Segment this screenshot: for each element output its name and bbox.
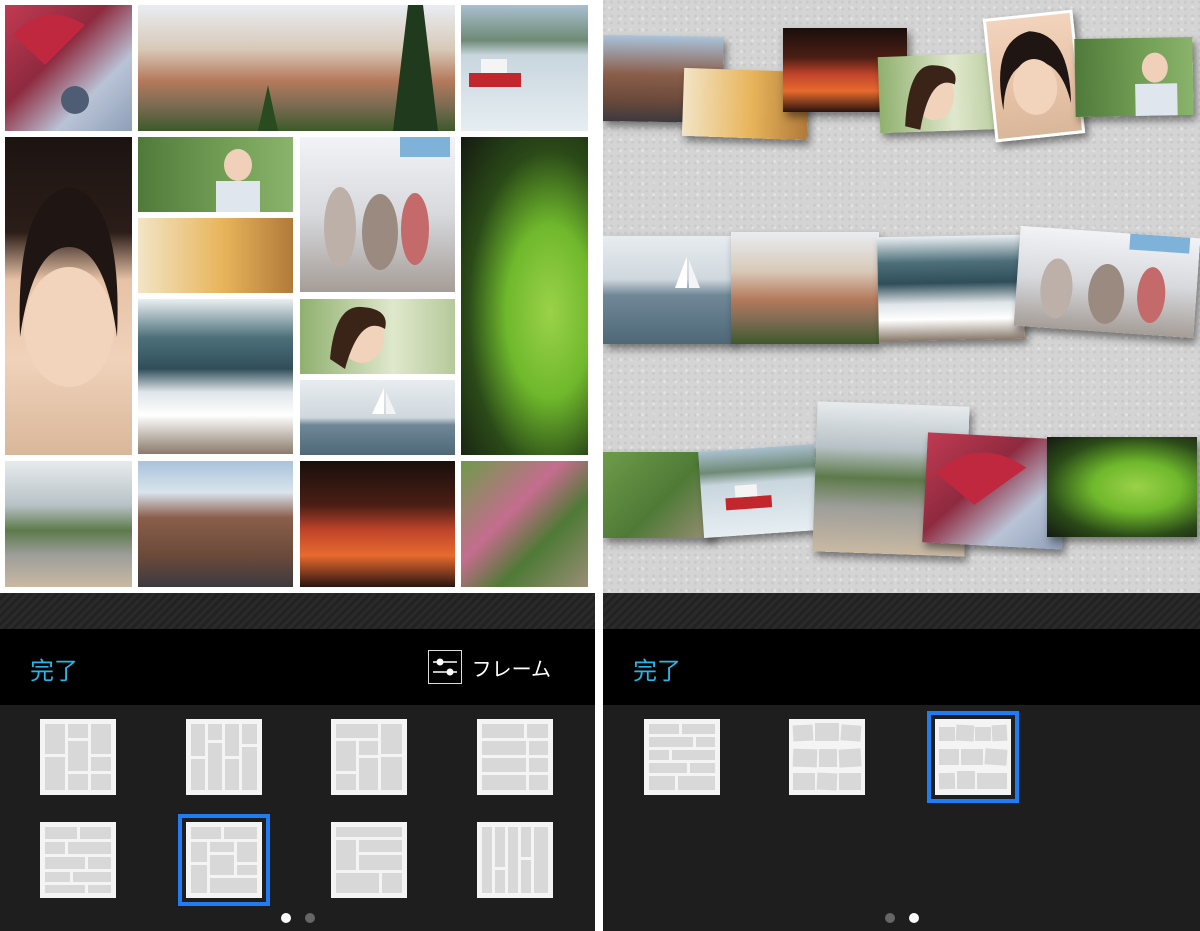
collage-photo-crowd[interactable] xyxy=(1013,225,1200,339)
layout-option-8[interactable] xyxy=(477,822,553,898)
photo-leaf-drops[interactable] xyxy=(461,137,588,455)
layout-option-2[interactable] xyxy=(789,719,865,795)
layout-tray xyxy=(603,705,1200,931)
layout-option-7[interactable] xyxy=(331,822,407,898)
photo-girl-outdoor[interactable] xyxy=(138,137,293,212)
layout-option-5[interactable] xyxy=(40,822,116,898)
photo-waves[interactable] xyxy=(138,299,293,454)
layout-tray xyxy=(0,705,595,931)
layout-option-3-selected[interactable] xyxy=(927,711,1019,803)
done-button[interactable]: 完了 xyxy=(30,651,78,686)
layout-option-1[interactable] xyxy=(40,719,116,795)
layout-option-6-selected[interactable] xyxy=(178,814,270,906)
divider-strip xyxy=(0,593,595,629)
photo-city-view[interactable] xyxy=(138,5,455,131)
collage-photo-waves[interactable] xyxy=(877,234,1025,342)
collage-photo-umbrella[interactable] xyxy=(922,432,1068,550)
page-indicator xyxy=(603,913,1200,925)
photo-sailboat[interactable] xyxy=(300,380,455,455)
toolbar: 完了 xyxy=(603,629,1200,705)
collage-photo-city[interactable] xyxy=(731,232,879,344)
collage-photo-leaf[interactable] xyxy=(1047,437,1197,537)
layout-option-3[interactable] xyxy=(331,719,407,795)
layout-option-2[interactable] xyxy=(186,719,262,795)
photo-street-trees[interactable] xyxy=(5,461,132,587)
page-dot-1-active[interactable] xyxy=(280,913,291,923)
photo-garden[interactable] xyxy=(461,461,588,587)
photo-red-umbrella[interactable] xyxy=(5,5,132,131)
done-button[interactable]: 完了 xyxy=(633,651,681,686)
toolbar: 完了 フレーム xyxy=(0,629,595,705)
right-screen: 完了 xyxy=(603,0,1200,931)
photo-girl-portrait[interactable] xyxy=(5,137,132,455)
page-dot-2-active[interactable] xyxy=(908,913,919,923)
collage-photo-boat[interactable] xyxy=(698,444,820,538)
page-indicator xyxy=(0,913,595,925)
frame-label: フレーム xyxy=(471,656,551,681)
screen-separator xyxy=(595,0,603,931)
collage-photo-girl-outdoor[interactable] xyxy=(1074,36,1194,118)
photo-girl-smiling[interactable] xyxy=(300,299,455,374)
sliders-icon xyxy=(427,650,462,684)
collage-photo-sailboat[interactable] xyxy=(603,236,735,344)
collage-photo-girl-portrait[interactable] xyxy=(982,9,1086,143)
layout-option-4[interactable] xyxy=(477,719,553,795)
collage-photo-garden[interactable] xyxy=(603,452,713,538)
divider-strip xyxy=(603,593,1200,629)
left-screen: 完了 フレーム xyxy=(0,0,595,931)
page-dot-2[interactable] xyxy=(304,913,315,923)
layout-option-1[interactable] xyxy=(644,719,720,795)
photo-restaurant-night[interactable] xyxy=(300,461,455,587)
photo-brick-street[interactable] xyxy=(138,461,293,587)
frame-button[interactable]: フレーム xyxy=(427,649,551,685)
photo-boat[interactable] xyxy=(461,5,588,131)
page-dot-1[interactable] xyxy=(884,913,895,923)
photo-bar-interior[interactable] xyxy=(138,218,293,293)
collage-photo-girl-smiling[interactable] xyxy=(877,52,1005,134)
photo-blurred-crowd[interactable] xyxy=(300,137,455,292)
